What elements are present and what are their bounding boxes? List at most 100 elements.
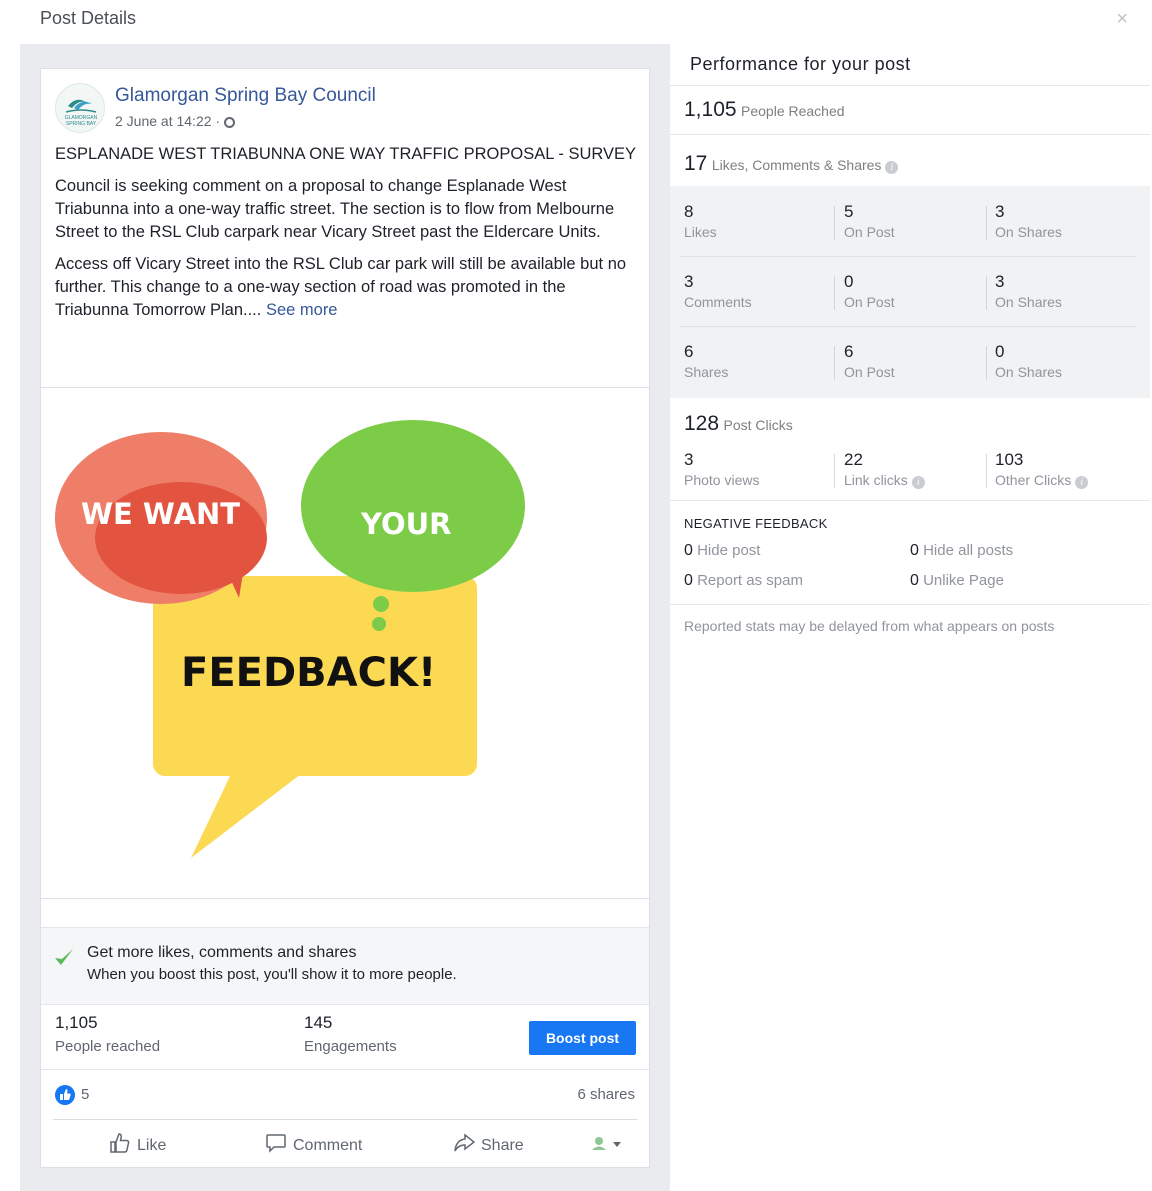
other-clicks-label-wrap: Other Clicks i [995, 472, 1089, 489]
engagement-breakdown: 8 Likes 5 On Post 3 On Shares 3 Comments 0 On… [670, 186, 1150, 398]
shares-on-shares-value: 0 [995, 342, 1005, 361]
negative-feedback-title: NEGATIVE FEEDBACK [684, 516, 828, 531]
other-clicks-label: Other Clicks [995, 472, 1072, 488]
engagements-value: 145 [304, 1013, 333, 1032]
info-icon[interactable]: i [1075, 476, 1089, 489]
see-more-link[interactable]: See more [266, 301, 338, 319]
shares-on-post-value: 6 [844, 342, 854, 361]
comment-button[interactable]: Comment [265, 1132, 362, 1155]
reaction-count[interactable]: 5 [81, 1086, 89, 1103]
shares-on-shares: 0 On Shares [995, 342, 1062, 380]
info-icon[interactable]: i [885, 161, 899, 174]
likes-on-post-label: On Post [844, 224, 895, 240]
report-spam-value: 0 [684, 572, 693, 589]
divider [986, 206, 987, 240]
post-image[interactable]: WE WANT YOUR FEEDBACK! [41, 387, 649, 899]
performance-title: Performance for your post [690, 54, 911, 74]
green-speech-bubble [301, 420, 525, 592]
shares-count[interactable]: 6 shares [577, 1086, 635, 1103]
like-button[interactable]: Like [109, 1132, 166, 1155]
other-clicks-value: 103 [995, 450, 1024, 469]
divider [986, 276, 987, 310]
divider [834, 276, 835, 310]
post-timestamp: 2 June at 14:22 · [115, 113, 236, 129]
likes-on-shares-label: On Shares [995, 224, 1062, 240]
engagement-number: 17 [684, 152, 708, 175]
green-dot-1 [373, 596, 389, 612]
hide-post-stat: 0 Hide post [684, 542, 760, 560]
audience-selector[interactable] [589, 1134, 625, 1159]
green-dot-2 [372, 617, 386, 631]
link-clicks: 22 Link clicks i [844, 450, 925, 489]
divider [834, 206, 835, 240]
divider [670, 134, 1150, 135]
svg-text:SPRING BAY: SPRING BAY [66, 121, 97, 127]
people-reached-number: 1,105 [684, 98, 737, 121]
page-name-link[interactable]: Glamorgan Spring Bay Council [115, 85, 376, 107]
report-spam-label: Report as spam [697, 572, 803, 589]
post-clicks-metric: 128 Post Clicks [684, 412, 793, 436]
like-label: Like [137, 1137, 167, 1154]
share-label: Share [481, 1137, 524, 1154]
shares-on-post: 6 On Post [844, 342, 895, 380]
engagements-stat: 145 Engagements [304, 1013, 397, 1055]
photo-views-value: 3 [684, 450, 694, 469]
link-clicks-label: Link clicks [844, 472, 908, 488]
post-paragraph-2-text: Access off Vicary Street into the RSL Cl… [55, 255, 627, 319]
divider [986, 346, 987, 380]
thumbs-up-icon [110, 1133, 130, 1153]
comments-row: 3 Comments 0 On Post 3 On Shares [670, 256, 1136, 326]
image-text-feedback: FEEDBACK! [181, 650, 436, 696]
shares-total-value: 6 [684, 342, 694, 361]
divider [670, 85, 1150, 86]
hide-all-posts-label: Hide all posts [923, 542, 1014, 559]
report-spam-stat: 0 Report as spam [684, 572, 803, 590]
comments-on-shares: 3 On Shares [995, 272, 1062, 310]
comments-on-post-label: On Post [844, 294, 895, 310]
post-paragraph-1: Council is seeking comment on a proposal… [55, 177, 615, 241]
shares-total-label: Shares [684, 364, 729, 380]
dialog-title: Post Details [40, 8, 137, 28]
post-date[interactable]: 2 June at 14:22 · [115, 113, 220, 129]
post-heading: ESPLANADE WEST TRIABUNNA ONE WAY TRAFFIC… [55, 145, 636, 163]
shares-on-shares-label: On Shares [995, 364, 1062, 380]
boost-post-button[interactable]: Boost post [529, 1021, 636, 1055]
boost-subtitle: When you boost this post, you'll show it… [87, 966, 457, 983]
check-icon [55, 949, 73, 965]
people-reached-label: People reached [55, 1038, 161, 1055]
comments-on-shares-label: On Shares [995, 294, 1062, 310]
hide-post-label: Hide post [697, 542, 761, 559]
yellow-bubble-tail [191, 774, 301, 858]
shares-total: 6 Shares [684, 342, 728, 380]
other-clicks: 103 Other Clicks i [995, 450, 1089, 489]
comments-on-shares-value: 3 [995, 272, 1005, 291]
globe-icon[interactable] [224, 117, 236, 128]
link-clicks-label-wrap: Link clicks i [844, 472, 925, 489]
avatar[interactable]: GLAMORGAN SPRING BAY [55, 83, 105, 133]
likes-row: 8 Likes 5 On Post 3 On Shares [670, 186, 1136, 256]
like-reaction-icon[interactable] [55, 1085, 75, 1105]
engagements-label: Engagements [304, 1038, 397, 1055]
post-text: ESPLANADE WEST TRIABUNNA ONE WAY TRAFFIC… [55, 143, 637, 331]
likes-total-value: 8 [684, 202, 694, 221]
comments-on-post-value: 0 [844, 272, 854, 291]
shares-on-post-label: On Post [844, 364, 895, 380]
post-stats-row: 1,105 People reached 145 Engagements Boo… [41, 1003, 649, 1070]
likes-on-shares: 3 On Shares [995, 202, 1062, 240]
likes-on-post-value: 5 [844, 202, 854, 221]
image-text-we-want: WE WANT [81, 497, 240, 531]
post-clicks-caption: Post Clicks [723, 417, 793, 433]
divider [986, 454, 987, 488]
info-icon[interactable]: i [911, 476, 925, 489]
comment-icon [266, 1134, 286, 1153]
dialog-header: Post Details × [8, 0, 1152, 44]
shares-row: 6 Shares 6 On Post 0 On Shares [670, 326, 1136, 396]
image-text-your: YOUR [360, 507, 452, 541]
divider [670, 604, 1150, 605]
close-icon[interactable]: × [1116, 8, 1128, 31]
photo-views: 3 Photo views [684, 450, 759, 488]
boost-title: Get more likes, comments and shares [87, 944, 357, 961]
post-card: GLAMORGAN SPRING BAY Glamorgan Spring Ba… [40, 68, 650, 1168]
share-button[interactable]: Share [453, 1132, 524, 1155]
divider [670, 500, 1150, 501]
